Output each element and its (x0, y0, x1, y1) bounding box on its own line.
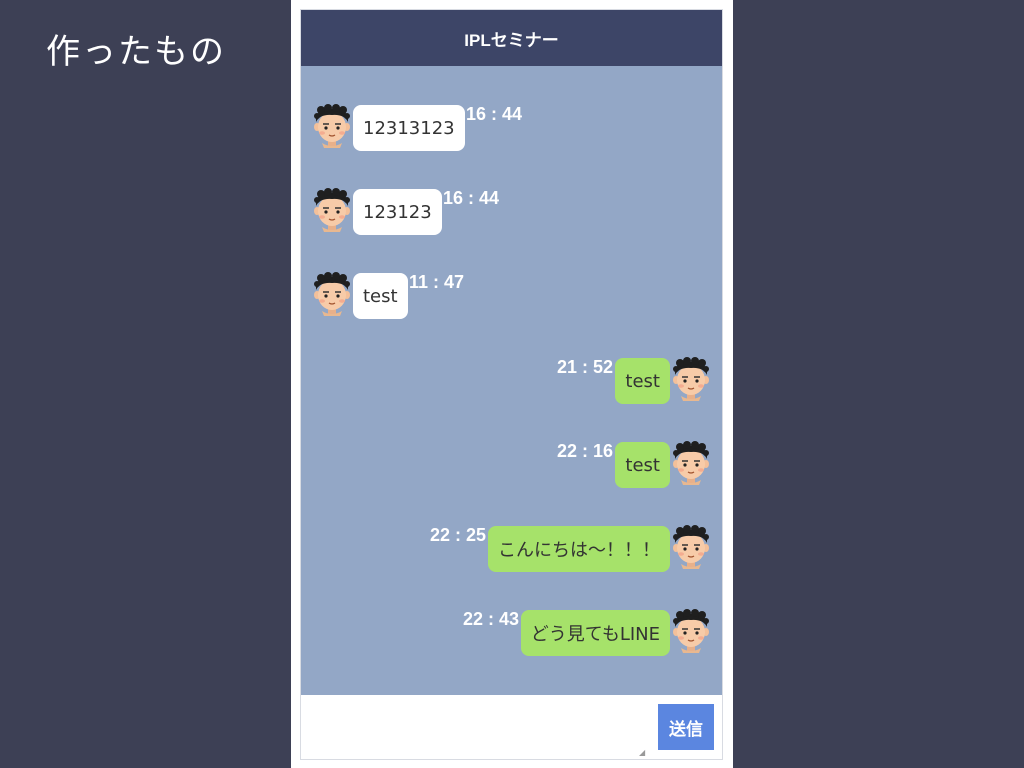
message-time: 22 : 25 (429, 525, 486, 545)
message-bubble: test (353, 273, 408, 319)
send-button[interactable]: 送信 (658, 704, 714, 750)
message-row: 12313123 16 : 44 (301, 104, 722, 156)
avatar[interactable] (311, 188, 353, 232)
slide-title: 作ったもの (46, 32, 226, 72)
input-area: ◢ 送信 (301, 695, 722, 759)
message-bubble: test (615, 358, 670, 404)
chat-header: IPLセミナー (301, 10, 722, 66)
message-row: 123123 16 : 44 (301, 188, 722, 240)
message-row: こんにちは〜！！！ 22 : 25 (301, 525, 722, 577)
avatar[interactable] (670, 441, 712, 485)
resize-grip-icon[interactable]: ◢ (639, 749, 647, 757)
message-time: 16 : 44 (443, 188, 500, 208)
message-time: 22 : 43 (462, 609, 519, 629)
message-time: 16 : 44 (466, 104, 523, 124)
message-time: 21 : 52 (556, 357, 613, 377)
avatar[interactable] (311, 104, 353, 148)
avatar[interactable] (670, 609, 712, 653)
message-row: test 21 : 52 (301, 357, 722, 409)
chat-body[interactable]: 12313123 16 : 44 123123 16 : 44 test 11 … (301, 66, 722, 695)
message-row: test 11 : 47 (301, 272, 722, 324)
message-time: 22 : 16 (556, 441, 613, 461)
message-bubble: こんにちは〜！！！ (488, 526, 670, 572)
avatar[interactable] (670, 525, 712, 569)
avatar[interactable] (670, 357, 712, 401)
message-bubble: 123123 (353, 189, 442, 235)
message-row: test 22 : 16 (301, 441, 722, 493)
message-bubble: 12313123 (353, 105, 465, 151)
message-bubble: どう見てもLINE (520, 610, 670, 656)
chat-app: IPLセミナー 12313123 16 : 44 123123 16: 44 … (300, 9, 723, 760)
message-bubble: test (615, 442, 670, 488)
chat-title: IPLセミナー (464, 30, 559, 50)
message-row: どう見てもLINE 22 : 43 (301, 609, 722, 661)
message-input[interactable] (301, 695, 653, 759)
avatar[interactable] (311, 272, 353, 316)
message-time: 11 : 47 (409, 272, 465, 292)
phone-frame: IPLセミナー 12313123 16 : 44 123123 16: 44 … (291, 0, 733, 768)
